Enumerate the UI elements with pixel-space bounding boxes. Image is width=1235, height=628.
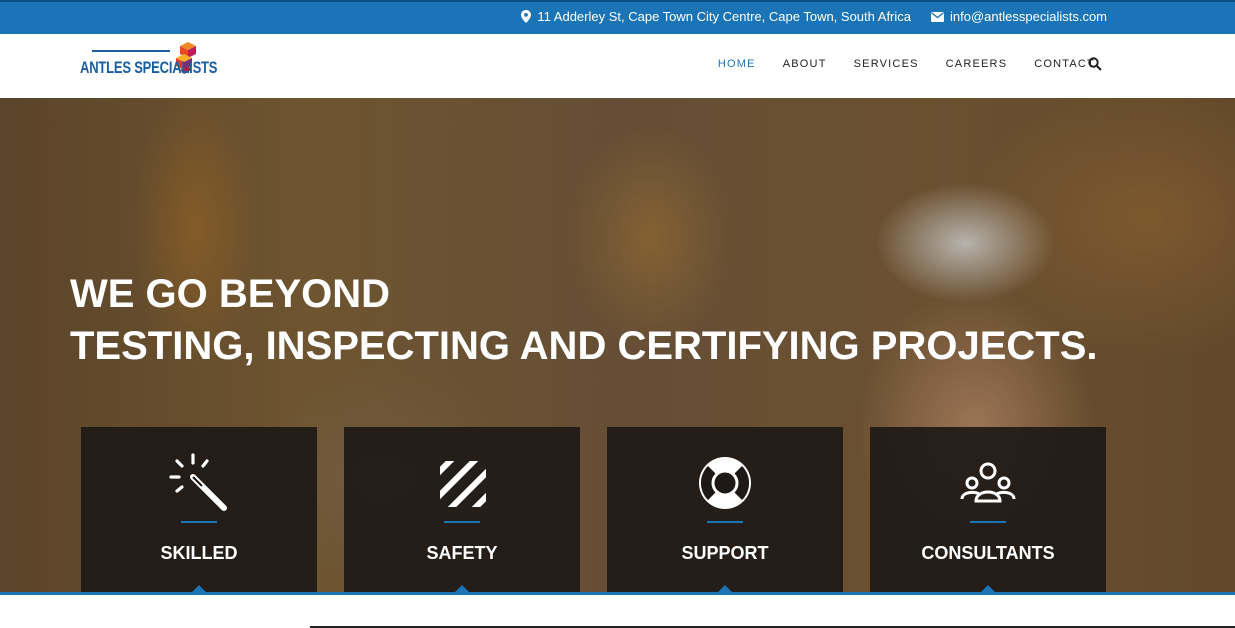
hero-line-1: WE GO BEYOND bbox=[70, 272, 391, 316]
map-marker-icon bbox=[521, 10, 532, 23]
nav-about[interactable]: ABOUT bbox=[783, 58, 827, 70]
card-label: SUPPORT bbox=[681, 543, 769, 563]
card-divider bbox=[707, 521, 743, 523]
card-divider bbox=[970, 521, 1006, 523]
feature-card-support[interactable]: SUPPORT bbox=[607, 427, 843, 593]
card-divider bbox=[181, 521, 217, 523]
hero-line-2: TESTING, INSPECTING AND CERTIFYING PROJE… bbox=[70, 324, 1098, 368]
nav-services[interactable]: SERVICES bbox=[854, 58, 919, 70]
feature-card-consultants[interactable]: CONSULTANTS bbox=[870, 427, 1106, 593]
feature-card-safety[interactable]: SAFETY bbox=[344, 427, 580, 593]
top-info-bar: 11 Adderley St, Cape Town City Centre, C… bbox=[0, 0, 1235, 34]
life-ring-icon bbox=[699, 457, 751, 509]
logo-text: ANTLES SPECIALISTS bbox=[80, 58, 218, 77]
envelope-icon bbox=[931, 11, 945, 22]
nav-careers[interactable]: CAREERS bbox=[946, 58, 1008, 70]
card-label: SKILLED bbox=[160, 543, 238, 563]
hero-headline: WE GO BEYOND TESTING, INSPECTING AND CER… bbox=[70, 270, 1098, 374]
magic-wand-icon bbox=[169, 453, 227, 511]
site-header: ANTLES SPECIALISTS HOME ABOUT SERVICES C… bbox=[0, 34, 1235, 98]
striped-square-icon bbox=[440, 461, 486, 507]
email-link[interactable]: info@antlesspecialists.com bbox=[950, 9, 1107, 24]
address-text: 11 Adderley St, Cape Town City Centre, C… bbox=[537, 9, 912, 24]
card-label: CONSULTANTS bbox=[921, 543, 1055, 563]
nav-home[interactable]: HOME bbox=[718, 58, 756, 70]
nav-contact[interactable]: CONTACT bbox=[1034, 58, 1095, 70]
main-nav: HOME ABOUT SERVICES CAREERS CONTACT bbox=[691, 58, 1095, 70]
site-logo[interactable]: ANTLES SPECIALISTS bbox=[80, 42, 217, 84]
hero-bottom-border bbox=[0, 592, 1235, 595]
feature-card-skilled[interactable]: SKILLED bbox=[81, 427, 317, 593]
card-label: SAFETY bbox=[426, 543, 498, 563]
users-icon bbox=[960, 462, 1016, 503]
search-icon[interactable] bbox=[1088, 57, 1102, 71]
page-below-fold bbox=[0, 595, 1235, 628]
card-divider bbox=[444, 521, 480, 523]
